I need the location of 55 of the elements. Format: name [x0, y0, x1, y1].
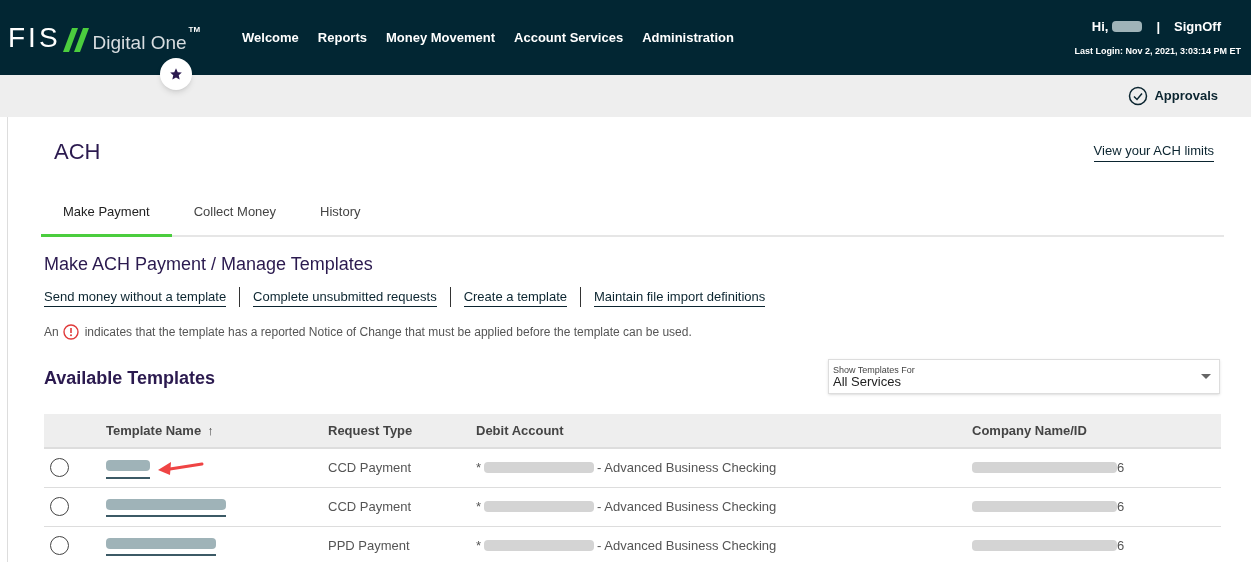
- favorites-button[interactable]: [160, 58, 192, 90]
- tab[interactable]: History: [298, 202, 383, 237]
- star-icon: [169, 67, 183, 81]
- page-title: ACH: [54, 138, 101, 166]
- nav-link[interactable]: Account Services: [514, 27, 624, 48]
- redaction: [1112, 21, 1143, 33]
- table-cell-text: 6: [1117, 536, 1125, 555]
- templates-filter-dropdown[interactable]: Show Templates For All Services: [828, 359, 1220, 394]
- column-header[interactable]: Company Name/ID: [972, 414, 1221, 448]
- radio-button[interactable]: [50, 497, 69, 516]
- templates-title: Available Templates: [44, 367, 216, 390]
- action-link[interactable]: Send money without a template: [44, 286, 227, 307]
- notice-text: An: [44, 324, 59, 341]
- caret-icon: [1201, 373, 1211, 380]
- table-cell-text: *: [476, 459, 482, 477]
- table-cell-text: *: [476, 536, 482, 555]
- approvals-button[interactable]: Approvals: [1128, 86, 1218, 106]
- warning-icon: [62, 324, 79, 340]
- radio-button[interactable]: [50, 536, 69, 555]
- table-cell-text: 6: [1117, 459, 1125, 477]
- signoff-link[interactable]: SignOff: [1174, 17, 1221, 37]
- logo-slashes-icon: [62, 27, 89, 52]
- template-name-link[interactable]: [106, 457, 150, 479]
- action-link[interactable]: Create a template: [463, 286, 567, 307]
- column-header[interactable]: Debit Account: [476, 414, 972, 448]
- table-cell-text: *: [476, 497, 482, 516]
- nav-link[interactable]: Reports: [317, 27, 367, 48]
- table-cell: CCD Payment: [328, 487, 476, 526]
- product-name: Digital One: [92, 32, 187, 52]
- last-login: Last Login: Nov 2, 2021, 3:03:14 PM ET: [1074, 44, 1241, 58]
- separator: |: [1156, 18, 1161, 36]
- table-cell-text: - Advanced Business Checking: [597, 459, 777, 477]
- section-title: Make ACH Payment / Manage Templates: [44, 252, 374, 276]
- nav-link[interactable]: Administration: [642, 27, 734, 48]
- table-cell-text: 6: [1117, 497, 1125, 516]
- table-cell-text: - Advanced Business Checking: [597, 536, 777, 555]
- logo-mark: FIS: [8, 23, 61, 52]
- radio-button[interactable]: [50, 458, 69, 478]
- nav-link[interactable]: Welcome: [242, 27, 299, 48]
- redaction: [106, 460, 150, 471]
- tab[interactable]: Collect Money: [171, 202, 299, 237]
- tab[interactable]: Make Payment: [41, 202, 172, 237]
- action-link[interactable]: Maintain file import definitions: [594, 286, 766, 307]
- action-link[interactable]: Complete unsubmitted requests: [253, 286, 437, 307]
- greeting: Hi,: [1091, 18, 1109, 36]
- table-cell: PPD Payment: [328, 526, 476, 562]
- check-circle-icon: [1128, 86, 1149, 106]
- table-cell-text: - Advanced Business Checking: [597, 497, 777, 516]
- table-cell: CCD Payment: [328, 448, 476, 487]
- trademark: TM: [188, 23, 201, 36]
- column-header[interactable]: Template Name ↑: [106, 414, 328, 448]
- column-header[interactable]: Request Type: [328, 414, 476, 448]
- limits-link[interactable]: View your ACH limits: [1093, 141, 1214, 162]
- notice-text: indicates that the template has a reported Notice of Change that must be applied before the template can be used.: [84, 324, 692, 341]
- nav-link[interactable]: Money Movement: [385, 27, 496, 48]
